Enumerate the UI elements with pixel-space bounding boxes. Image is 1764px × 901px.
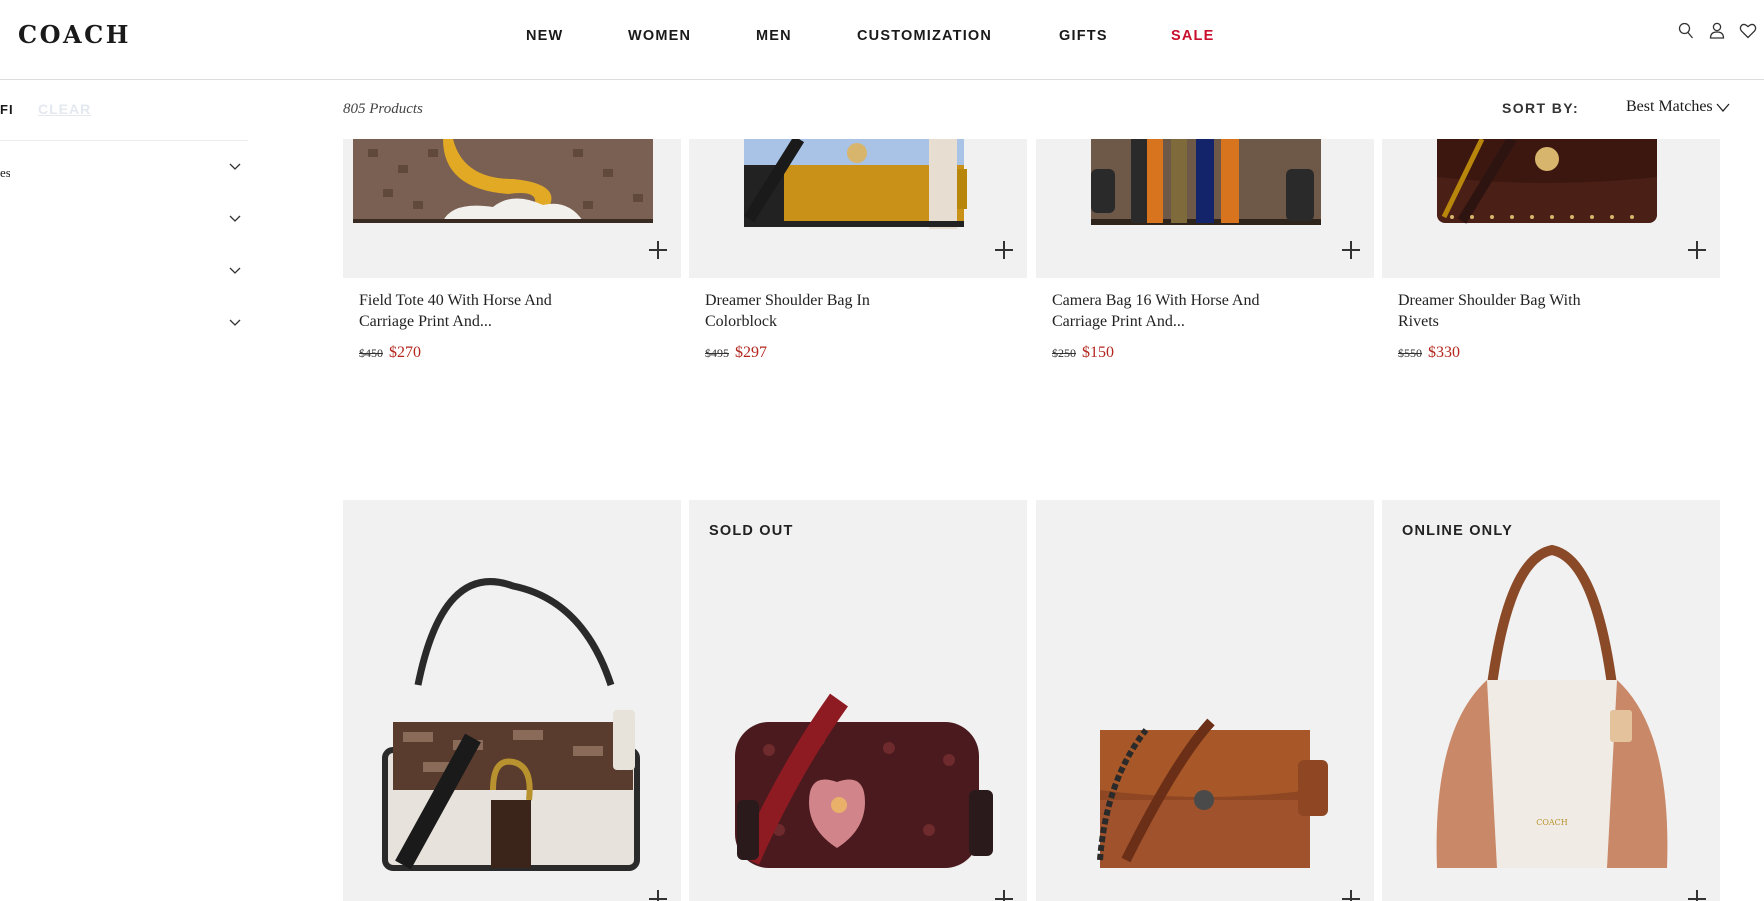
sale-price: $330: [1428, 344, 1460, 361]
nav-women[interactable]: WOMEN: [628, 28, 691, 44]
nav-gifts[interactable]: GIFTS: [1059, 28, 1108, 44]
nav-sale[interactable]: SALE: [1171, 28, 1214, 44]
original-price: $250: [1052, 346, 1076, 360]
add-to-bag-icon[interactable]: [1688, 241, 1706, 259]
original-price: $550: [1398, 346, 1422, 360]
product-name[interactable]: Camera Bag 16 With Horse And Carriage Pr…: [1052, 290, 1272, 332]
product-price: $450 $270: [359, 344, 421, 362]
product-price: $550 $330: [1398, 344, 1460, 362]
coach-logo[interactable]: COACH: [18, 20, 131, 49]
chevron-down-icon[interactable]: [228, 160, 242, 178]
filter-item[interactable]: es: [0, 160, 248, 186]
product-price: $495 $297: [705, 344, 767, 362]
sold-out-badge: SOLD OUT: [709, 523, 794, 539]
product-image[interactable]: [343, 139, 681, 278]
add-to-bag-icon[interactable]: [1688, 890, 1706, 901]
product-image[interactable]: [343, 500, 681, 901]
sort-select[interactable]: Best Matches: [1626, 98, 1713, 116]
chevron-down-icon[interactable]: [228, 316, 242, 334]
filter-header: FILTERS CLEAR: [0, 80, 248, 141]
sort-label: SORT BY:: [1502, 100, 1580, 116]
add-to-bag-icon[interactable]: [1342, 890, 1360, 901]
product-image[interactable]: COACH ONLINE ONLY: [1382, 500, 1720, 901]
product-card[interactable]: Field Tote 40 With Horse And Carriage Pr…: [343, 139, 681, 369]
filter-item[interactable]: [0, 212, 248, 238]
add-to-bag-icon[interactable]: [649, 890, 667, 901]
product-name[interactable]: Dreamer Shoulder Bag In Colorblock: [705, 290, 925, 332]
filters-label: FILTERS: [0, 102, 14, 117]
clear-filters-link[interactable]: CLEAR: [38, 101, 91, 117]
wishlist-icon[interactable]: [1739, 22, 1757, 45]
nav-new[interactable]: NEW: [526, 28, 563, 44]
original-price: $450: [359, 346, 383, 360]
filter-label: es: [0, 165, 10, 180]
product-price: $250 $150: [1052, 344, 1114, 362]
product-card[interactable]: COACH ONLINE ONLY: [1382, 500, 1720, 901]
add-to-bag-icon[interactable]: [1342, 241, 1360, 259]
product-name[interactable]: Dreamer Shoulder Bag With Rivets: [1398, 290, 1618, 332]
filter-item[interactable]: [0, 264, 248, 290]
product-card[interactable]: Camera Bag 16 With Horse And Carriage Pr…: [1036, 139, 1374, 369]
product-card[interactable]: Dreamer Shoulder Bag In Colorblock $495 …: [689, 139, 1027, 369]
product-card[interactable]: [343, 500, 681, 901]
online-only-badge: ONLINE ONLY: [1402, 523, 1513, 539]
filter-item[interactable]: [0, 316, 248, 342]
nav-customization[interactable]: CUSTOMIZATION: [857, 28, 992, 44]
sale-price: $270: [389, 344, 421, 361]
site-header: COACH NEW WOMEN MEN CUSTOMIZATION GIFTS …: [0, 0, 1764, 80]
nav-men[interactable]: MEN: [756, 28, 792, 44]
product-card[interactable]: [1036, 500, 1374, 901]
sale-price: $297: [735, 344, 767, 361]
product-card[interactable]: Dreamer Shoulder Bag With Rivets $550 $3…: [1382, 139, 1720, 369]
add-to-bag-icon[interactable]: [995, 890, 1013, 901]
svg-text:COACH: COACH: [1536, 818, 1568, 827]
original-price: $495: [705, 346, 729, 360]
chevron-down-icon[interactable]: [228, 264, 242, 282]
account-icon[interactable]: [1709, 22, 1725, 45]
sale-price: $150: [1082, 344, 1114, 361]
product-name[interactable]: Field Tote 40 With Horse And Carriage Pr…: [359, 290, 579, 332]
product-card[interactable]: SOLD OUT: [689, 500, 1027, 901]
product-image[interactable]: [1036, 139, 1374, 278]
product-image[interactable]: SOLD OUT: [689, 500, 1027, 901]
product-image[interactable]: [1382, 139, 1720, 278]
chevron-down-icon[interactable]: [1716, 101, 1730, 119]
search-icon[interactable]: [1678, 22, 1694, 45]
product-count: 805 Products: [343, 101, 423, 117]
chevron-down-icon[interactable]: [228, 212, 242, 230]
product-image[interactable]: [1036, 500, 1374, 901]
add-to-bag-icon[interactable]: [649, 241, 667, 259]
add-to-bag-icon[interactable]: [995, 241, 1013, 259]
product-image[interactable]: [689, 139, 1027, 278]
